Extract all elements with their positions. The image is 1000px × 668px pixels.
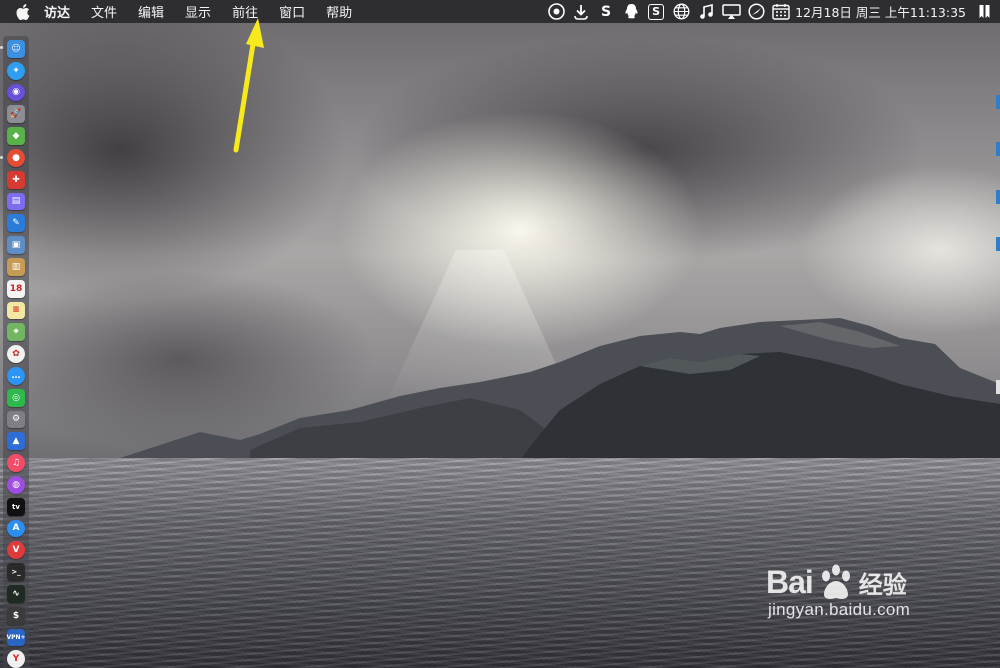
watermark-brand: Bai: [766, 563, 814, 600]
desktop-icon-edge[interactable]: [996, 142, 1000, 156]
desktop-icon-edge[interactable]: [996, 95, 1000, 109]
contacts-icon[interactable]: ▥: [7, 257, 25, 276]
terminal-icon[interactable]: >_: [7, 563, 25, 581]
menu-edit[interactable]: 编辑: [138, 2, 164, 21]
globe-icon[interactable]: [671, 3, 691, 20]
baidu-jingyan-watermark: Bai 经验 jingyan.baidu.com: [766, 562, 966, 620]
pin-app-icon[interactable]: ✚: [7, 170, 25, 189]
system-preferences-icon[interactable]: ⚙: [7, 410, 25, 429]
menu-window[interactable]: 窗口: [279, 2, 305, 21]
airplay-icon[interactable]: [721, 3, 741, 20]
safari-icon[interactable]: ✦: [7, 61, 25, 80]
apple-tv-icon[interactable]: tv: [7, 497, 25, 516]
siri-icon[interactable]: ◉: [7, 83, 25, 102]
notes-icon[interactable]: ≡: [7, 301, 25, 320]
menu-finder[interactable]: 访达: [44, 2, 70, 21]
paw-logo-icon: [821, 564, 850, 599]
android-icon[interactable]: ◆: [7, 127, 25, 145]
xcode-icon[interactable]: ✎: [7, 214, 25, 233]
qq-icon[interactable]: [621, 3, 641, 20]
desktop-icon-edge[interactable]: [996, 237, 1000, 251]
vivaldi-icon[interactable]: V: [7, 541, 25, 560]
app-store-icon[interactable]: A: [7, 519, 25, 538]
apple-logo-icon[interactable]: [12, 3, 34, 20]
desktop-icon-edge[interactable]: [996, 380, 1000, 394]
console-icon[interactable]: $: [7, 606, 25, 625]
watermark-brand-cn: 经验: [858, 570, 907, 599]
keynote-icon[interactable]: ▲: [7, 432, 25, 451]
disk-icon[interactable]: ▤: [7, 192, 25, 211]
status-area: S S 12月18日 周三 上午11:13:35: [541, 0, 1000, 23]
s-app-icon[interactable]: S: [596, 3, 616, 20]
launchpad-icon[interactable]: 🚀: [7, 105, 25, 124]
finder-icon[interactable]: ☺: [7, 40, 25, 58]
running-indicator-dot: [0, 156, 3, 159]
download-icon[interactable]: [571, 3, 591, 20]
menu-file[interactable]: 文件: [91, 2, 117, 21]
s-box-icon[interactable]: S: [646, 3, 666, 20]
clock-datetime[interactable]: 12月18日 周三 上午11:13:35: [795, 2, 966, 21]
menu-help[interactable]: 帮助: [326, 2, 352, 21]
activity-monitor-icon[interactable]: ∿: [7, 584, 25, 603]
bookmark-icon[interactable]: [974, 3, 994, 20]
menu-view[interactable]: 显示: [185, 2, 211, 21]
dock: ☺ ✦ ◉ 🚀 ◆ ● ✚ ▤ ✎ ▣ ▥ 18 ≡ ⌖ ✿ … ◎ ⚙ ▲ ♫ ◍ tv A V >_ ∿ $ VPN+ Y: [3, 36, 29, 668]
maps-icon[interactable]: ⌖: [7, 323, 25, 342]
calendar-icon[interactable]: [771, 3, 791, 20]
podcasts-icon[interactable]: ◍: [7, 475, 25, 494]
wechat-icon[interactable]: ◎: [7, 388, 25, 407]
annotation-arrow: [233, 18, 264, 153]
compass-icon[interactable]: [746, 3, 766, 20]
music-note-icon[interactable]: [696, 3, 716, 20]
preview-icon[interactable]: ▣: [7, 236, 25, 254]
menu-bar: 访达 文件 编辑 显示 前往 窗口 帮助 S S 12月18日 周三 上午11:…: [0, 0, 1000, 23]
mountain-range: [120, 318, 1000, 460]
watermark-url: jingyan.baidu.com: [768, 600, 911, 619]
calendar-icon[interactable]: 18: [7, 279, 25, 298]
eye-icon[interactable]: [546, 3, 566, 20]
photos-icon[interactable]: ✿: [7, 345, 25, 363]
chrome-icon[interactable]: ●: [7, 148, 25, 167]
s-box-glyph: S: [648, 3, 665, 20]
running-indicator-dot: [0, 46, 3, 49]
music-icon[interactable]: ♫: [7, 454, 25, 472]
yandex-icon[interactable]: Y: [7, 650, 25, 668]
desktop-icon-edge[interactable]: [996, 190, 1000, 204]
messages-icon[interactable]: …: [7, 366, 25, 385]
vpn-icon[interactable]: VPN+: [6, 628, 26, 647]
